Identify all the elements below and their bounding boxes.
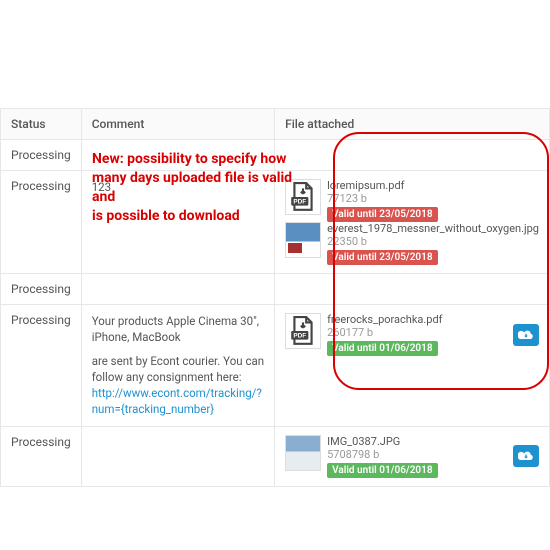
- comment-cell: 123: [81, 171, 274, 274]
- table-row: Processing123 PDF loremipsum.pdf77123 b Val…: [1, 171, 550, 274]
- status-cell: Processing: [1, 171, 82, 274]
- file-cell: IMG_0387.JPG5708798 b Valid until 01/06/2…: [275, 426, 550, 486]
- header-status: Status: [1, 109, 82, 140]
- file-size: 22350 b: [327, 235, 539, 248]
- comment-cell: [81, 274, 274, 305]
- table-row: Processing IMG_0387.JPG5708798 b Valid unt…: [1, 426, 550, 486]
- status-cell: Processing: [1, 140, 82, 171]
- comment-line: Your products Apple Cinema 30", iPhone, …: [92, 313, 264, 345]
- validity-badge: Valid until 23/05/2018: [327, 207, 437, 222]
- header-file: File attached: [275, 109, 550, 140]
- validity-badge: Valid until 23/05/2018: [327, 250, 437, 265]
- tracking-link[interactable]: http://www.econt.com/tracking/?num={trac…: [92, 386, 262, 416]
- header-comment: Comment: [81, 109, 274, 140]
- spacer-top: [0, 0, 550, 108]
- comment-cell: Your products Apple Cinema 30", iPhone, …: [81, 305, 274, 427]
- order-history-table: Status Comment File attached ProcessingP…: [0, 108, 550, 487]
- file-attachment: PDF freerocks_porachka.pdf260177 b Valid u…: [285, 313, 505, 356]
- comment-cell: [81, 140, 274, 171]
- validity-badge: Valid until 01/06/2018: [327, 463, 437, 478]
- status-cell: Processing: [1, 426, 82, 486]
- table-row: Processing: [1, 140, 550, 171]
- file-size: 260177 b: [327, 326, 505, 339]
- file-cell: PDF freerocks_porachka.pdf260177 b Valid u…: [275, 305, 550, 427]
- status-cell: Processing: [1, 274, 82, 305]
- file-attachment: PDF loremipsum.pdf77123 b Valid until 23/0…: [285, 179, 539, 222]
- validity-badge: Valid until 01/06/2018: [327, 341, 437, 356]
- file-cell: PDF loremipsum.pdf77123 b Valid until 23/0…: [275, 171, 550, 274]
- file-name: IMG_0387.JPG: [327, 435, 505, 448]
- file-size: 5708798 b: [327, 448, 505, 461]
- comment-line: are sent by Econt courier. You can follo…: [92, 353, 264, 417]
- status-cell: Processing: [1, 305, 82, 427]
- file-cell: [275, 140, 550, 171]
- cloud-download-icon: [518, 450, 534, 462]
- file-size: 77123 b: [327, 192, 539, 205]
- comment-cell: [81, 426, 274, 486]
- download-button[interactable]: [513, 324, 539, 346]
- pdf-icon: PDF: [285, 179, 321, 215]
- svg-text:PDF: PDF: [293, 198, 306, 205]
- file-cell: [275, 274, 550, 305]
- file-name: everest_1978_messner_without_oxygen.jpg: [327, 222, 539, 235]
- svg-text:PDF: PDF: [293, 332, 306, 339]
- download-button[interactable]: [513, 445, 539, 467]
- pdf-icon: PDF: [285, 313, 321, 349]
- cloud-download-icon: [518, 329, 534, 341]
- file-name: freerocks_porachka.pdf: [327, 313, 505, 326]
- table-row: Processing Your products Apple Cinema 30"…: [1, 305, 550, 427]
- image-thumbnail: [285, 222, 321, 258]
- table-row: Processing: [1, 274, 550, 305]
- file-name: loremipsum.pdf: [327, 179, 539, 192]
- image-thumbnail: [285, 435, 321, 471]
- file-attachment: IMG_0387.JPG5708798 b Valid until 01/06/2…: [285, 435, 505, 478]
- file-attachment: everest_1978_messner_without_oxygen.jpg2…: [285, 222, 539, 265]
